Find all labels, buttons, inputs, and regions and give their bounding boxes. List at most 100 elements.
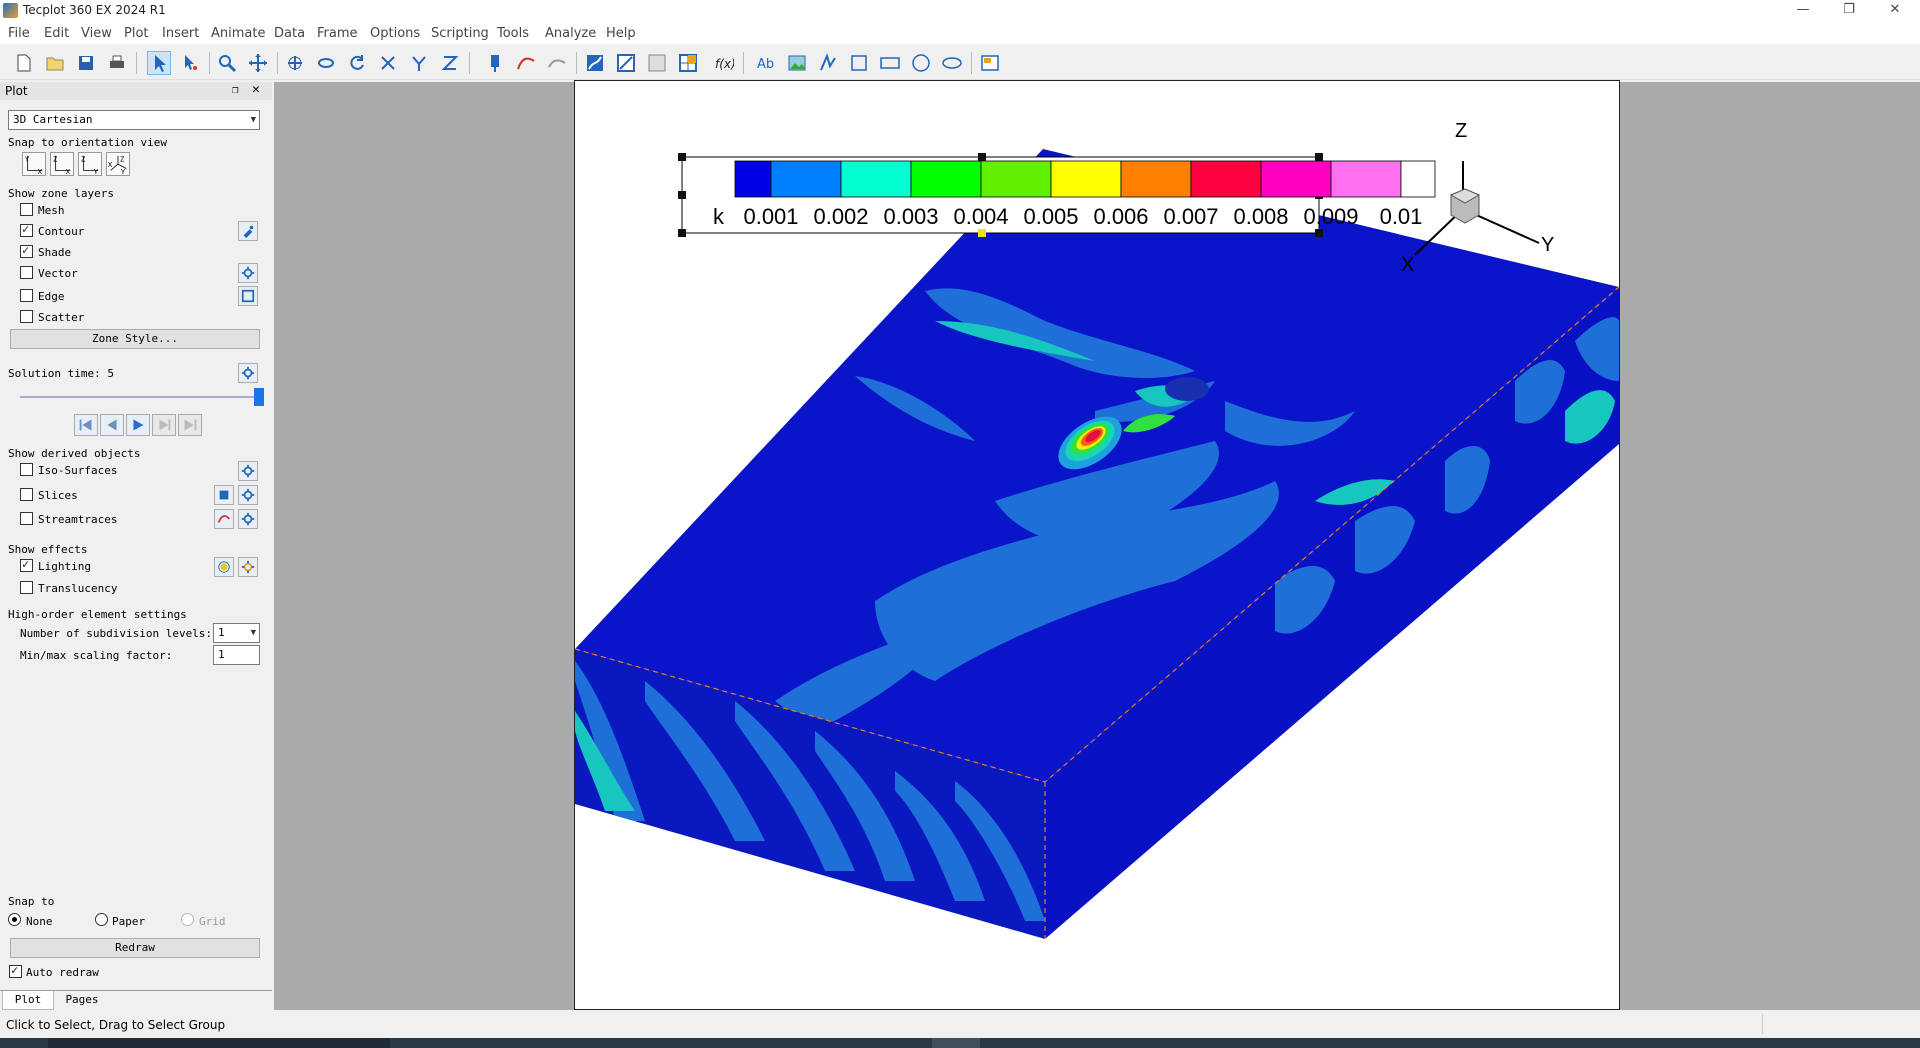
edge-checkbox[interactable] bbox=[20, 289, 33, 302]
snap-grid-radio[interactable] bbox=[181, 913, 194, 926]
isosurface-tool-icon[interactable] bbox=[645, 51, 669, 75]
extract-line-icon[interactable] bbox=[514, 51, 538, 75]
new-file-icon[interactable] bbox=[12, 51, 36, 75]
auto-redraw-checkbox[interactable] bbox=[9, 963, 22, 978]
rotate-z-icon[interactable] bbox=[438, 51, 462, 75]
next-step-icon[interactable] bbox=[152, 414, 176, 436]
menu-animate[interactable]: Animate bbox=[211, 26, 265, 41]
shade-checkbox[interactable] bbox=[20, 243, 33, 258]
lighting-checkbox[interactable] bbox=[20, 557, 33, 572]
menu-file[interactable]: File bbox=[8, 26, 30, 41]
menu-scripting[interactable]: Scripting bbox=[431, 26, 489, 41]
legend-level-label: 0.004 bbox=[953, 204, 1008, 229]
svg-text:Y: Y bbox=[25, 154, 30, 163]
translucency-checkbox[interactable] bbox=[20, 581, 33, 594]
snap-paper-radio[interactable] bbox=[95, 913, 108, 926]
contour-checkbox[interactable] bbox=[20, 222, 33, 237]
view-xz-icon[interactable]: ZX bbox=[50, 152, 74, 176]
open-file-icon[interactable] bbox=[43, 51, 67, 75]
minimize-button[interactable]: — bbox=[1780, 0, 1826, 22]
close-window-button[interactable]: ✕ bbox=[1872, 0, 1918, 22]
streamtraces-details-icon[interactable] bbox=[238, 509, 258, 529]
menu-analyze[interactable]: Analyze bbox=[545, 26, 596, 41]
tab-plot[interactable]: Plot bbox=[2, 991, 54, 1010]
view-yz-icon[interactable]: ZY bbox=[78, 152, 102, 176]
zone-style-button[interactable]: Zone Style... bbox=[10, 329, 260, 349]
menu-plot[interactable]: Plot bbox=[124, 26, 149, 41]
play-icon[interactable] bbox=[126, 414, 150, 436]
menu-edit[interactable]: Edit bbox=[44, 26, 69, 41]
equation-icon[interactable]: f(x) bbox=[712, 51, 736, 75]
select-arrow-icon[interactable] bbox=[147, 51, 171, 75]
text-tool-icon[interactable]: Ab bbox=[754, 51, 778, 75]
subdivision-dropdown[interactable]: 1 ▼ bbox=[213, 623, 260, 643]
translate-icon[interactable] bbox=[246, 51, 270, 75]
undock-icon[interactable]: ❐ bbox=[232, 83, 239, 96]
circle-tool-icon[interactable] bbox=[909, 51, 933, 75]
z-axis-label: Z bbox=[1455, 120, 1467, 142]
vector-checkbox[interactable] bbox=[20, 266, 33, 279]
menu-options[interactable]: Options bbox=[370, 26, 420, 41]
menu-help[interactable]: Help bbox=[606, 26, 636, 41]
rotate-twist-icon[interactable] bbox=[345, 51, 369, 75]
print-icon[interactable] bbox=[105, 51, 129, 75]
zoom-icon[interactable] bbox=[215, 51, 239, 75]
lighting-details-icon[interactable] bbox=[238, 557, 258, 577]
close-panel-icon[interactable]: ✕ bbox=[252, 82, 260, 97]
last-step-icon[interactable] bbox=[178, 414, 202, 436]
frame-tool-icon[interactable] bbox=[978, 51, 1002, 75]
plot-frame[interactable]: k 0.001 0.002 0.003 0.004 0.005 0.006 0.007 0.0… bbox=[574, 80, 1620, 1010]
streamtrace-icon[interactable] bbox=[545, 51, 569, 75]
view-3d-icon[interactable]: ZXY bbox=[106, 152, 130, 176]
menu-tools[interactable]: Tools bbox=[497, 26, 529, 41]
lighting-tool-icon[interactable] bbox=[214, 557, 234, 577]
slices-details-icon[interactable] bbox=[238, 485, 258, 505]
menu-insert[interactable]: Insert bbox=[162, 26, 199, 41]
menu-data[interactable]: Data bbox=[274, 26, 305, 41]
zone-icon[interactable] bbox=[676, 51, 700, 75]
streamtraces-checkbox[interactable] bbox=[20, 512, 33, 525]
prev-step-icon[interactable] bbox=[100, 414, 124, 436]
rectangle-tool-icon[interactable] bbox=[878, 51, 902, 75]
tab-pages[interactable]: Pages bbox=[56, 991, 108, 1010]
mesh-checkbox[interactable] bbox=[20, 203, 33, 216]
contour-tool-icon[interactable] bbox=[583, 51, 607, 75]
first-step-icon[interactable] bbox=[74, 414, 98, 436]
rotate-y-icon[interactable] bbox=[407, 51, 431, 75]
ellipse-tool-icon[interactable] bbox=[940, 51, 964, 75]
menu-view[interactable]: View bbox=[81, 26, 112, 41]
streamtraces-tool-icon[interactable] bbox=[214, 509, 234, 529]
snap-none-radio[interactable] bbox=[8, 913, 21, 926]
redraw-button[interactable]: Redraw bbox=[10, 938, 260, 958]
plot-canvas[interactable]: k 0.001 0.002 0.003 0.004 0.005 0.006 0.007 0.0… bbox=[574, 81, 1620, 1009]
scatter-checkbox[interactable] bbox=[20, 310, 33, 323]
slices-label: Slices bbox=[38, 489, 78, 502]
streamtraces-label: Streamtraces bbox=[38, 513, 118, 526]
square-tool-icon[interactable] bbox=[847, 51, 871, 75]
restore-button[interactable]: ❐ bbox=[1826, 0, 1872, 22]
slices-tool-icon[interactable] bbox=[214, 485, 234, 505]
rotate-x-icon[interactable] bbox=[376, 51, 400, 75]
view-xy-icon[interactable]: YX bbox=[22, 152, 46, 176]
iso-surfaces-checkbox[interactable] bbox=[20, 463, 33, 476]
solution-time-slider-track[interactable] bbox=[20, 396, 256, 398]
menu-frame[interactable]: Frame bbox=[317, 26, 358, 41]
slices-checkbox[interactable] bbox=[20, 488, 33, 501]
image-tool-icon[interactable] bbox=[785, 51, 809, 75]
edge-details-icon[interactable] bbox=[238, 286, 258, 306]
plot-type-dropdown[interactable]: 3D Cartesian ▼ bbox=[8, 110, 260, 130]
slice-tool-icon[interactable] bbox=[614, 51, 638, 75]
adjustor-icon[interactable] bbox=[178, 51, 202, 75]
rotate-rollerball-icon[interactable] bbox=[314, 51, 338, 75]
rotate-spherical-icon[interactable] bbox=[283, 51, 307, 75]
contour-details-icon[interactable] bbox=[238, 221, 258, 241]
iso-surfaces-details-icon[interactable] bbox=[238, 461, 258, 481]
scaling-factor-input[interactable]: 1 bbox=[213, 645, 260, 665]
save-icon[interactable] bbox=[74, 51, 98, 75]
probe-icon[interactable] bbox=[483, 51, 507, 75]
solution-time-slider-thumb[interactable] bbox=[254, 388, 264, 406]
solution-time-settings-icon[interactable] bbox=[238, 363, 258, 383]
polyline-tool-icon[interactable] bbox=[816, 51, 840, 75]
vector-details-icon[interactable] bbox=[238, 263, 258, 283]
mesh-label: Mesh bbox=[38, 204, 65, 217]
